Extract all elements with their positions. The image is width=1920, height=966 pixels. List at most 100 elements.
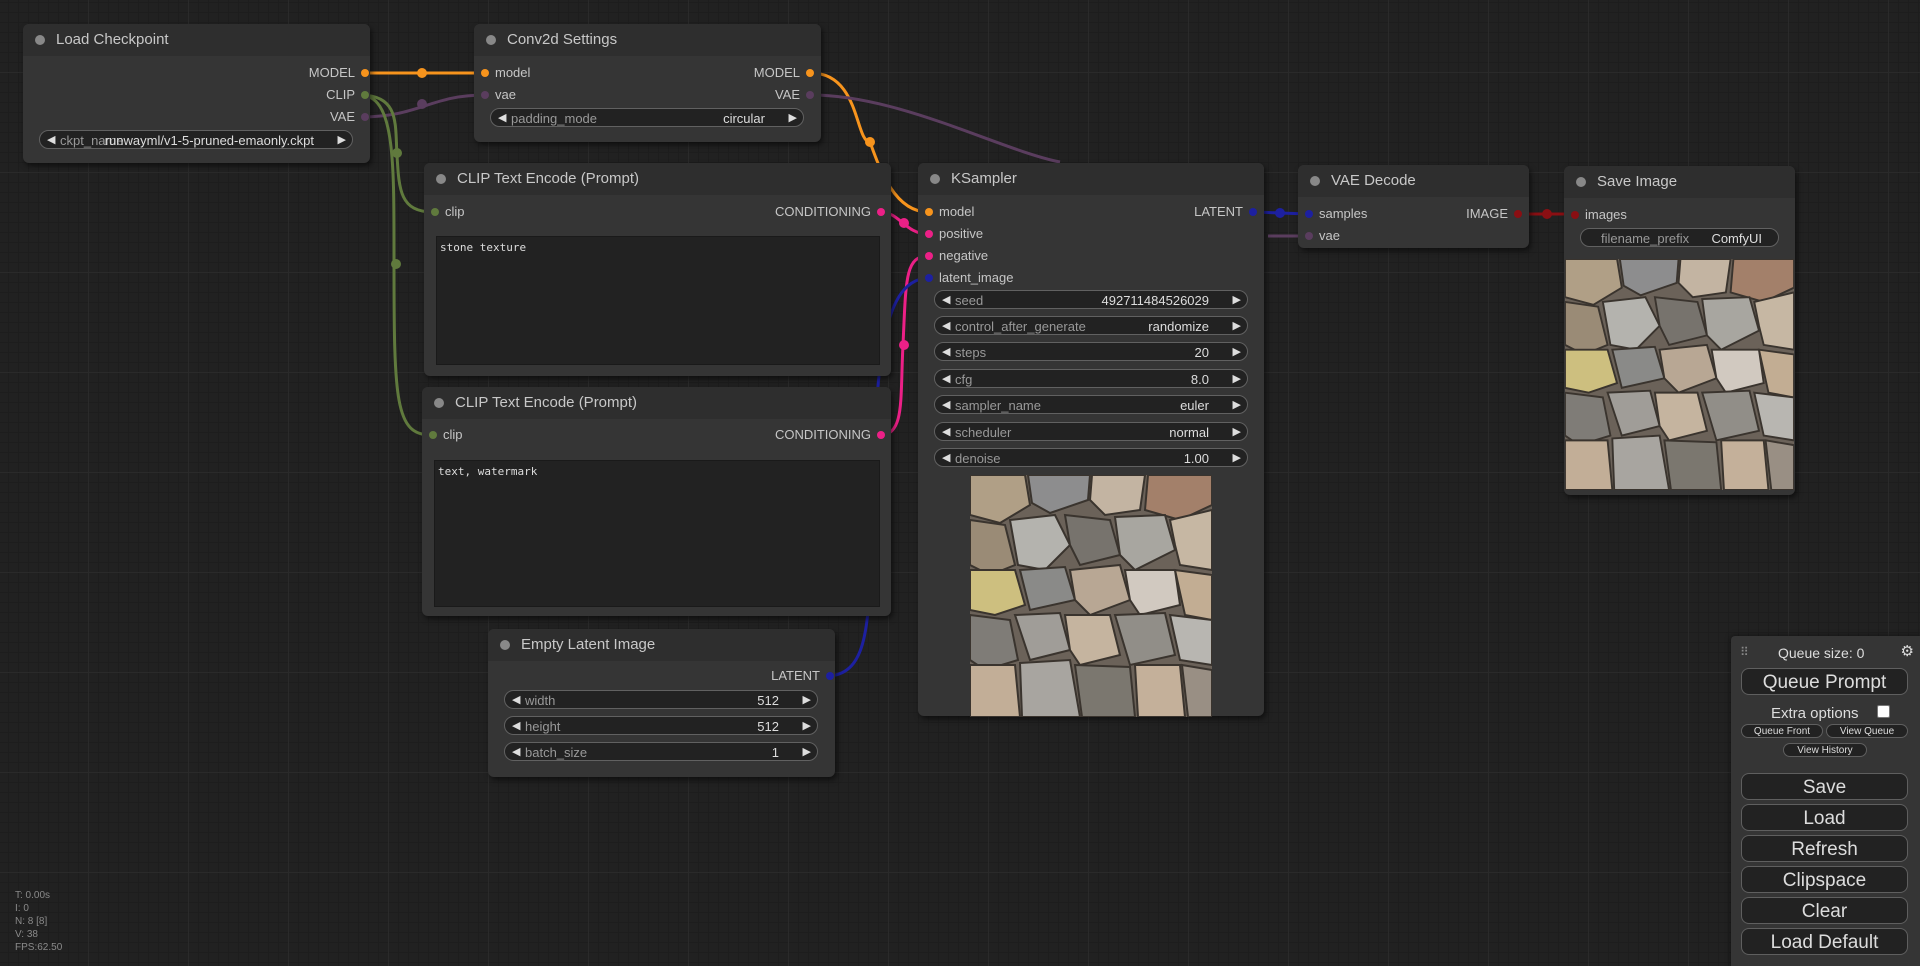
- denoise-number[interactable]: ◀ denoise 1.00 ▶: [934, 448, 1248, 467]
- slot-dot[interactable]: [1514, 210, 1522, 218]
- steps-number[interactable]: ◀ steps 20 ▶: [934, 342, 1248, 361]
- settings-gear-icon[interactable]: ⚙: [1901, 642, 1914, 660]
- collapse-dot-icon[interactable]: [500, 640, 510, 650]
- arrow-right-icon[interactable]: ▶: [1233, 449, 1241, 468]
- seed-number[interactable]: ◀ seed 492711484526029 ▶: [934, 290, 1248, 309]
- input-images[interactable]: images: [1571, 207, 1627, 223]
- padding-mode-combo[interactable]: ◀ padding_mode circular ▶: [490, 108, 804, 127]
- arrow-left-icon[interactable]: ◀: [942, 423, 950, 442]
- arrow-left-icon[interactable]: ◀: [942, 291, 950, 310]
- collapse-dot-icon[interactable]: [35, 35, 45, 45]
- arrow-right-icon[interactable]: ▶: [789, 109, 797, 128]
- output-clip[interactable]: CLIP: [326, 87, 369, 103]
- node-vae-decode[interactable]: VAE Decode samples vae IMAGE: [1298, 165, 1529, 248]
- scheduler-combo[interactable]: ◀ scheduler normal ▶: [934, 422, 1248, 441]
- slot-dot[interactable]: [877, 431, 885, 439]
- arrow-right-icon[interactable]: ▶: [1233, 370, 1241, 389]
- cfg-number[interactable]: ◀ cfg 8.0 ▶: [934, 369, 1248, 388]
- ckpt-name-combo[interactable]: ◀ ckpt_name runwayml/v1-5-pruned-emaonly…: [39, 130, 353, 149]
- height-number[interactable]: ◀ height 512 ▶: [504, 716, 818, 735]
- output-model[interactable]: MODEL: [309, 65, 369, 81]
- node-clip-text-encode-positive[interactable]: CLIP Text Encode (Prompt) clip CONDITION…: [424, 163, 891, 376]
- slot-dot[interactable]: [361, 91, 369, 99]
- collapse-dot-icon[interactable]: [1576, 177, 1586, 187]
- arrow-right-icon[interactable]: ▶: [1233, 317, 1241, 336]
- arrow-right-icon[interactable]: ▶: [1233, 291, 1241, 310]
- arrow-left-icon[interactable]: ◀: [942, 370, 950, 389]
- input-latent-image[interactable]: latent_image: [925, 270, 1013, 286]
- slot-dot[interactable]: [1249, 208, 1257, 216]
- slot-dot[interactable]: [806, 91, 814, 99]
- save-button[interactable]: Save: [1741, 773, 1908, 800]
- slot-dot[interactable]: [361, 69, 369, 77]
- node-title[interactable]: Load Checkpoint: [23, 24, 370, 56]
- node-clip-text-encode-negative[interactable]: CLIP Text Encode (Prompt) clip CONDITION…: [422, 387, 891, 616]
- input-samples[interactable]: samples: [1305, 206, 1367, 222]
- collapse-dot-icon[interactable]: [486, 35, 496, 45]
- extra-options-checkbox[interactable]: [1877, 705, 1890, 718]
- input-clip[interactable]: clip: [431, 204, 465, 220]
- input-vae[interactable]: vae: [1305, 228, 1340, 244]
- output-latent[interactable]: LATENT: [1194, 204, 1257, 220]
- arrow-left-icon[interactable]: ◀: [942, 317, 950, 336]
- node-title[interactable]: Conv2d Settings: [474, 24, 821, 56]
- output-conditioning[interactable]: CONDITIONING: [775, 204, 885, 220]
- node-title[interactable]: VAE Decode: [1298, 165, 1529, 197]
- slot-dot[interactable]: [925, 230, 933, 238]
- load-button[interactable]: Load: [1741, 804, 1908, 831]
- input-model[interactable]: model: [481, 65, 530, 81]
- output-vae[interactable]: VAE: [775, 87, 814, 103]
- drag-handle-icon[interactable]: ⠿: [1740, 645, 1749, 659]
- queue-front-button[interactable]: Queue Front: [1741, 724, 1823, 738]
- slot-dot[interactable]: [877, 208, 885, 216]
- collapse-dot-icon[interactable]: [434, 398, 444, 408]
- arrow-left-icon[interactable]: ◀: [498, 109, 506, 128]
- output-model[interactable]: MODEL: [754, 65, 814, 81]
- slot-dot[interactable]: [481, 69, 489, 77]
- load-default-button[interactable]: Load Default: [1741, 928, 1908, 955]
- arrow-right-icon[interactable]: ▶: [803, 743, 811, 762]
- queue-prompt-button[interactable]: Queue Prompt: [1741, 668, 1908, 695]
- arrow-left-icon[interactable]: ◀: [512, 743, 520, 762]
- input-model[interactable]: model: [925, 204, 974, 220]
- input-vae[interactable]: vae: [481, 87, 516, 103]
- arrow-right-icon[interactable]: ▶: [338, 131, 346, 150]
- node-conv2d-settings[interactable]: Conv2d Settings model vae MODEL VAE ◀ pa…: [474, 24, 821, 142]
- filename-prefix-text[interactable]: filename_prefix ComfyUI: [1580, 228, 1779, 247]
- input-negative[interactable]: negative: [925, 248, 988, 264]
- slot-dot[interactable]: [1305, 210, 1313, 218]
- output-vae[interactable]: VAE: [330, 109, 369, 125]
- refresh-button[interactable]: Refresh: [1741, 835, 1908, 862]
- slot-dot[interactable]: [806, 69, 814, 77]
- slot-dot[interactable]: [431, 208, 439, 216]
- width-number[interactable]: ◀ width 512 ▶: [504, 690, 818, 709]
- arrow-right-icon[interactable]: ▶: [1233, 343, 1241, 362]
- slot-dot[interactable]: [1571, 211, 1579, 219]
- input-positive[interactable]: positive: [925, 226, 983, 242]
- slot-dot[interactable]: [361, 113, 369, 121]
- collapse-dot-icon[interactable]: [1310, 176, 1320, 186]
- arrow-left-icon[interactable]: ◀: [47, 131, 55, 150]
- clipspace-button[interactable]: Clipspace: [1741, 866, 1908, 893]
- node-title[interactable]: Empty Latent Image: [488, 629, 835, 661]
- collapse-dot-icon[interactable]: [930, 174, 940, 184]
- arrow-right-icon[interactable]: ▶: [803, 717, 811, 736]
- prompt-textarea[interactable]: text, watermark: [434, 460, 880, 607]
- slot-dot[interactable]: [1305, 232, 1313, 240]
- arrow-right-icon[interactable]: ▶: [1233, 423, 1241, 442]
- node-load-checkpoint[interactable]: Load Checkpoint MODEL CLIP VAE ◀ ckpt_na…: [23, 24, 370, 163]
- output-latent[interactable]: LATENT: [771, 668, 834, 684]
- node-title[interactable]: CLIP Text Encode (Prompt): [424, 163, 891, 195]
- batch-size-number[interactable]: ◀ batch_size 1 ▶: [504, 742, 818, 761]
- clear-button[interactable]: Clear: [1741, 897, 1908, 924]
- arrow-right-icon[interactable]: ▶: [1233, 396, 1241, 415]
- node-save-image[interactable]: Save Image images filename_prefix ComfyU…: [1564, 166, 1795, 495]
- slot-dot[interactable]: [826, 672, 834, 680]
- collapse-dot-icon[interactable]: [436, 174, 446, 184]
- input-clip[interactable]: clip: [429, 427, 463, 443]
- arrow-left-icon[interactable]: ◀: [512, 691, 520, 710]
- prompt-textarea[interactable]: stone texture: [436, 236, 880, 365]
- slot-dot[interactable]: [925, 252, 933, 260]
- node-empty-latent-image[interactable]: Empty Latent Image LATENT ◀ width 512 ▶ …: [488, 629, 835, 777]
- arrow-left-icon[interactable]: ◀: [942, 449, 950, 468]
